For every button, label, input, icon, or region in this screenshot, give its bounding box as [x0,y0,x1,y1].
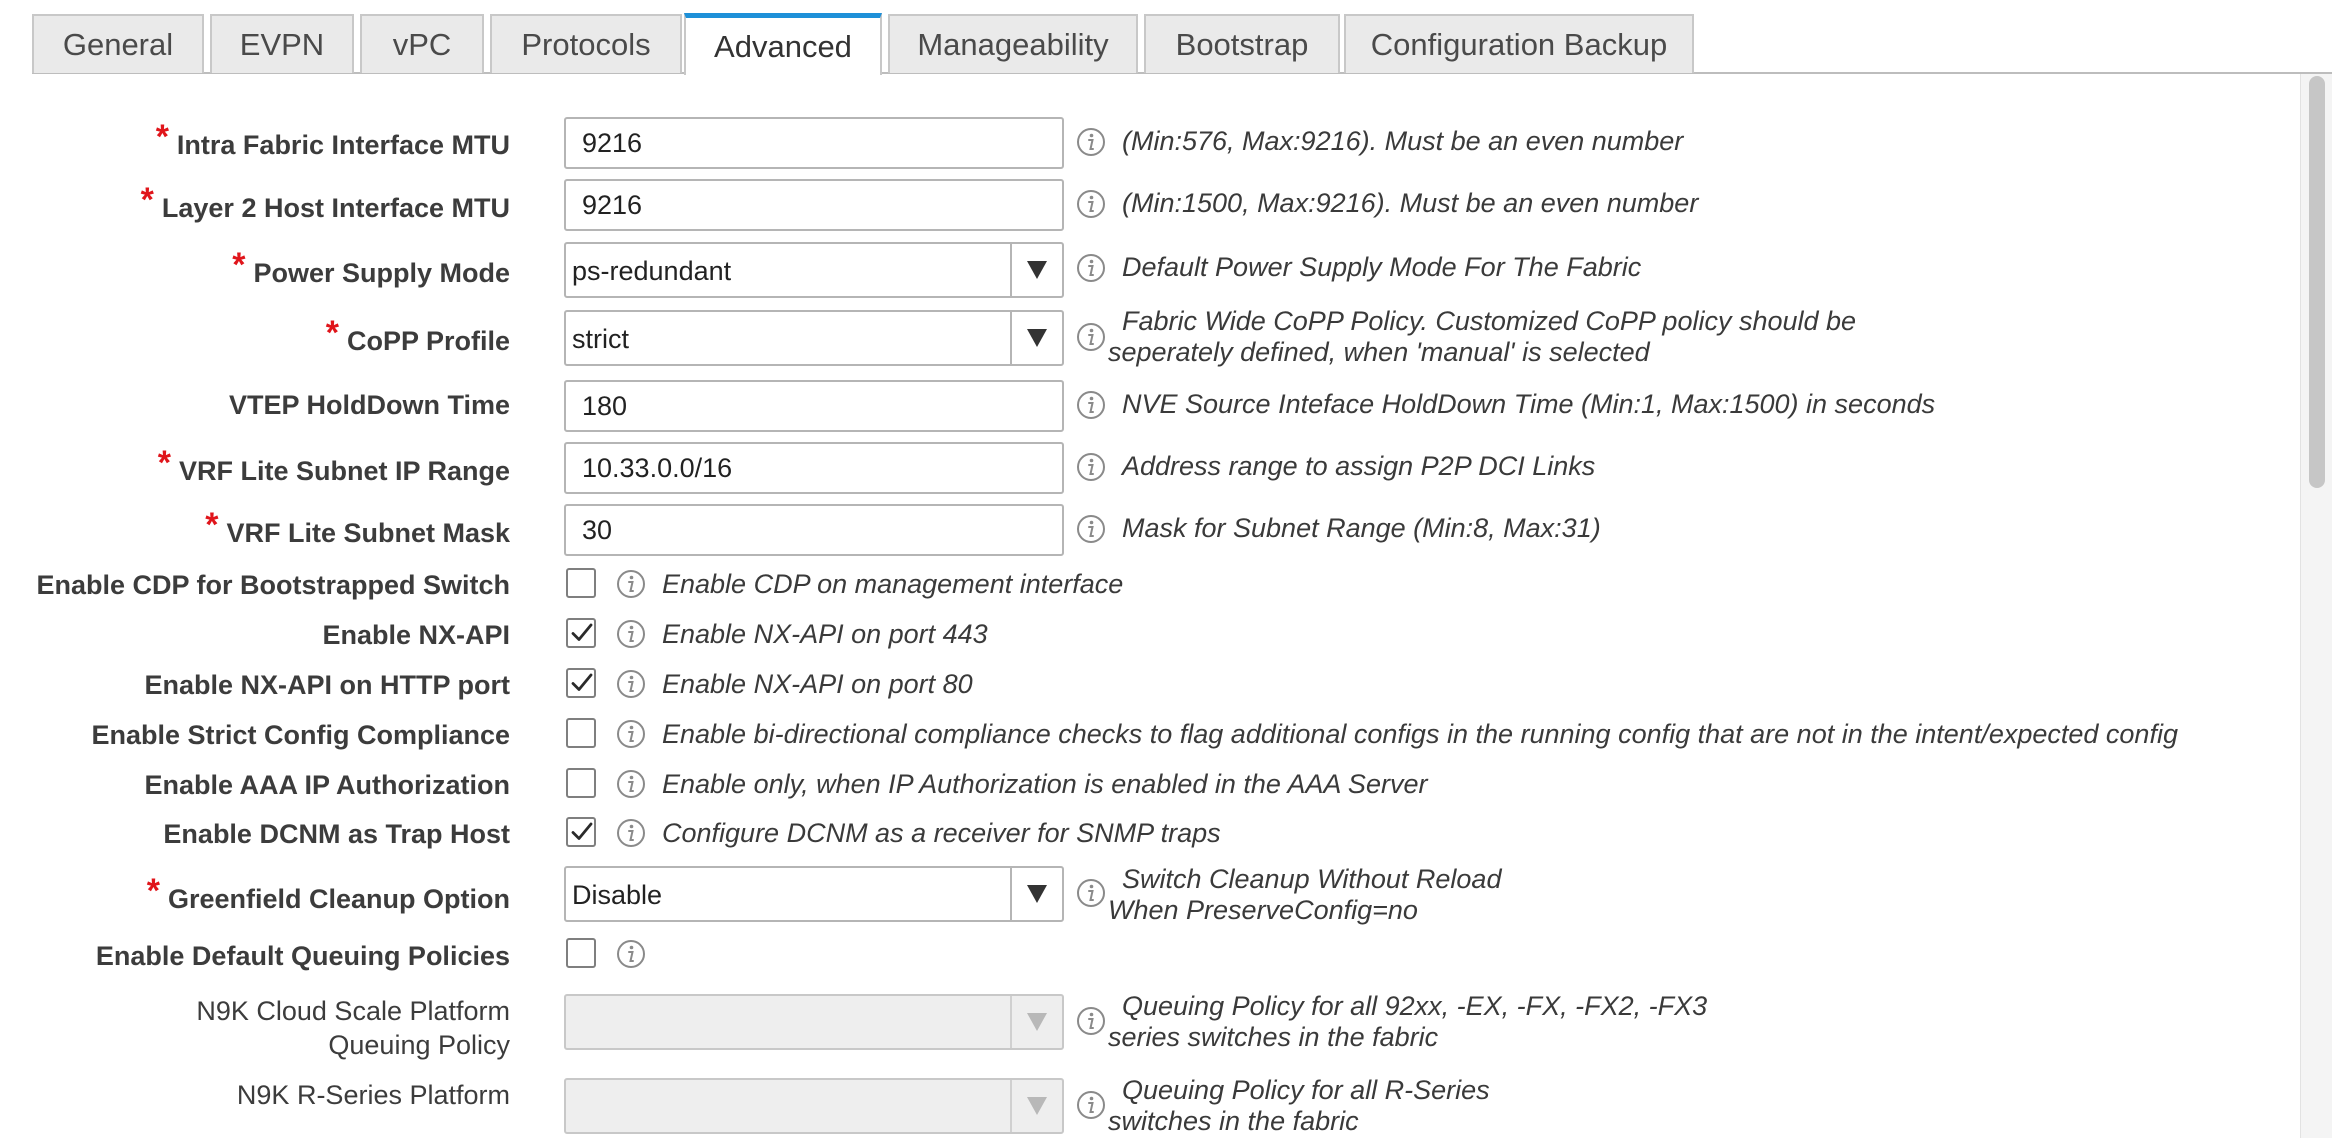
vrf-range-input[interactable] [564,442,1064,494]
info-circle-icon[interactable] [616,569,646,599]
cdp-label: Enable CDP for Bootstrapped Switch [36,570,510,600]
info-circle-icon[interactable] [1076,127,1106,157]
vtep-holddown-input[interactable] [564,380,1064,432]
scrollbar-thumb[interactable] [2309,76,2325,488]
vertical-scrollbar[interactable] [2300,74,2332,1138]
info-circle-icon[interactable] [1076,253,1106,283]
checkmark-icon [571,623,593,641]
l2-mtu-help: (Min:1500, Max:9216). Must be an even nu… [1122,188,1699,218]
required-marker: * [146,872,160,910]
cdp-checkbox[interactable] [566,568,596,598]
required-marker: * [325,314,339,352]
vrf-range-help: Address range to assign P2P DCI Links [1122,451,1596,481]
info-circle-icon[interactable] [1076,189,1106,219]
info-circle-icon[interactable] [616,939,646,969]
info-circle-icon[interactable] [1076,1090,1106,1120]
n9k-cloud-help-line2: series switches in the fabric [1108,1022,1439,1052]
vrf-mask-help: Mask for Subnet Range (Min:8, Max:31) [1122,513,1601,543]
dcnm-trap-checkbox[interactable] [566,817,596,847]
copp-help-line2: seperately defined, when 'manual' is sel… [1108,337,1650,367]
vrf-mask-input[interactable] [564,504,1064,556]
power-supply-help: Default Power Supply Mode For The Fabric [1122,252,1642,282]
power-supply-label: * Power Supply Mode [232,246,510,288]
n9k-cloud-select[interactable] [564,994,1064,1050]
l2-mtu-input[interactable] [564,179,1064,231]
n9k-cloud-help-line1: Queuing Policy for all 92xx, -EX, -FX, -… [1122,991,1708,1021]
dropdown-arrow[interactable] [1010,996,1062,1048]
advanced-settings-form: *Intra Fabric Interface MTU (Min:576, Ma… [0,0,2300,1138]
aaa-ip-label: Enable AAA IP Authorization [144,770,510,800]
copp-value: strict [572,324,629,354]
aaa-ip-help: Enable only, when IP Authorization is en… [662,769,1428,799]
copp-help-line1: Fabric Wide CoPP Policy. Customized CoPP… [1122,306,1857,336]
info-circle-icon[interactable] [616,669,646,699]
required-marker: * [140,181,154,219]
required-marker: * [155,118,169,156]
required-marker: * [157,444,171,482]
vrf-mask-label: * VRF Lite Subnet Mask [205,506,510,548]
nxapi-checkbox[interactable] [566,618,596,648]
l2-mtu-label: * Layer 2 Host Interface MTU [140,181,510,223]
required-marker: * [232,246,246,284]
n9k-cloud-label-line2: Queuing Policy [328,1030,510,1060]
n9k-r-select[interactable] [564,1078,1064,1134]
greenfield-help-line2: When PreserveConfig=no [1108,895,1418,925]
greenfield-label: * Greenfield Cleanup Option [146,872,510,914]
nxapi-http-checkbox[interactable] [566,668,596,698]
triangle-down-icon [1027,261,1047,279]
dcnm-trap-help: Configure DCNM as a receiver for SNMP tr… [662,818,1221,848]
triangle-down-icon [1027,329,1047,347]
strict-compliance-checkbox[interactable] [566,718,596,748]
triangle-down-icon [1027,885,1047,903]
queuing-checkbox[interactable] [566,938,596,968]
info-circle-icon[interactable] [616,818,646,848]
intra-mtu-help: (Min:576, Max:9216). Must be an even num… [1122,126,1684,156]
info-circle-icon[interactable] [1076,1006,1106,1036]
n9k-r-help-line1: Queuing Policy for all R-Series [1122,1075,1490,1105]
queuing-label: Enable Default Queuing Policies [95,941,510,971]
copp-label: * CoPP Profile [325,314,510,356]
info-circle-icon[interactable] [1076,878,1106,908]
dropdown-arrow[interactable] [1010,312,1062,364]
checkmark-icon [571,822,593,840]
nxapi-http-help: Enable NX-API on port 80 [662,669,973,699]
power-supply-select[interactable]: ps-redundant [564,242,1064,298]
n9k-cloud-label-line1: N9K Cloud Scale Platform [196,996,510,1026]
cdp-help: Enable CDP on management interface [662,569,1124,599]
info-circle-icon[interactable] [1076,452,1106,482]
nxapi-help: Enable NX-API on port 443 [662,619,988,649]
triangle-down-icon [1027,1097,1047,1115]
dropdown-arrow[interactable] [1010,244,1062,296]
dcnm-trap-label: Enable DCNM as Trap Host [163,819,510,849]
vtep-holddown-label: VTEP HoldDown Time [228,390,510,420]
info-circle-icon[interactable] [616,769,646,799]
aaa-ip-checkbox[interactable] [566,768,596,798]
strict-compliance-label: Enable Strict Config Compliance [91,720,510,750]
vrf-range-label: * VRF Lite Subnet IP Range [157,444,510,486]
greenfield-help-line1: Switch Cleanup Without Reload [1122,864,1502,894]
checkmark-icon [571,673,593,691]
copp-select[interactable]: strict [564,310,1064,366]
dropdown-arrow[interactable] [1010,868,1062,920]
greenfield-value: Disable [572,880,663,910]
info-circle-icon[interactable] [616,619,646,649]
info-circle-icon[interactable] [1076,514,1106,544]
info-circle-icon[interactable] [1076,390,1106,420]
n9k-r-label-line1: N9K R-Series Platform [236,1080,510,1110]
intra-mtu-input[interactable] [564,117,1064,169]
nxapi-label: Enable NX-API [322,620,510,650]
nxapi-http-label: Enable NX-API on HTTP port [144,670,510,700]
required-marker: * [205,506,219,544]
info-circle-icon[interactable] [1076,322,1106,352]
strict-compliance-help: Enable bi-directional compliance checks … [662,719,2178,749]
vtep-holddown-help: NVE Source Inteface HoldDown Time (Min:1… [1122,389,1936,419]
power-supply-value: ps-redundant [572,256,732,286]
info-circle-icon[interactable] [616,719,646,749]
triangle-down-icon [1027,1013,1047,1031]
dropdown-arrow[interactable] [1010,1080,1062,1132]
intra-mtu-label: * Intra Fabric Interface MTU [155,118,510,160]
n9k-r-help-line2: switches in the fabric [1108,1106,1359,1136]
greenfield-select[interactable]: Disable [564,866,1064,922]
